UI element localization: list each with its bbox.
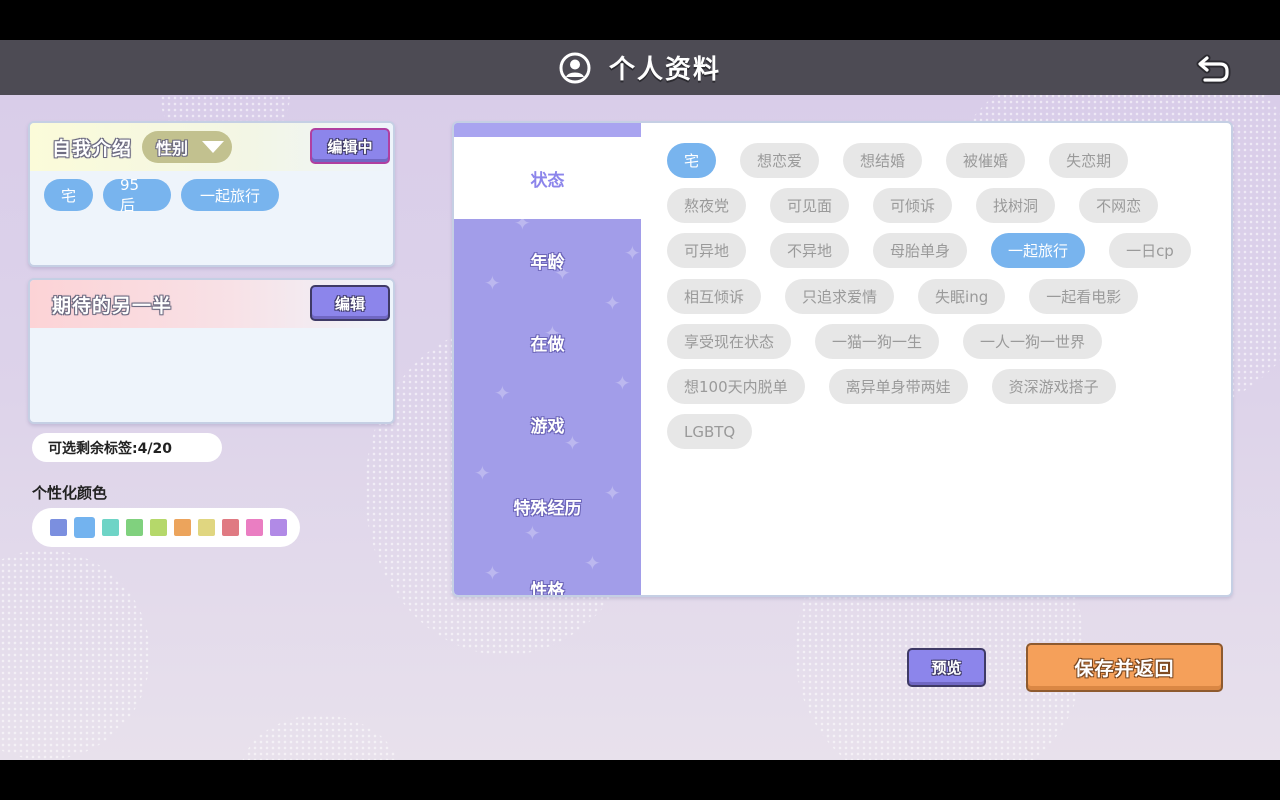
color-swatch[interactable]: [150, 519, 167, 536]
tag-row: 想100天内脱单 离异单身带两娃 资深游戏搭子: [667, 368, 1217, 404]
color-palette: [32, 508, 300, 547]
tag-chip[interactable]: 想结婚: [843, 143, 923, 178]
return-arrow-icon[interactable]: [1196, 50, 1232, 86]
tag-chip[interactable]: 资深游戏搭子: [991, 368, 1116, 404]
color-swatch[interactable]: [126, 519, 143, 536]
tag-chip[interactable]: 不网恋: [1079, 188, 1159, 224]
tag-chip[interactable]: 母胎单身: [873, 233, 968, 269]
category-tab[interactable]: 特殊经历: [454, 465, 641, 547]
selected-tag-list: 宅 95后 一起旅行: [44, 176, 279, 214]
category-tab[interactable]: 性格: [454, 547, 641, 596]
tag-grid: 宅想恋爱 想结婚 被催婚 失恋期 熬夜党 可见面 可倾诉 找树洞 不网恋 可异地 不异地 母胎单身 一起…: [667, 143, 1217, 459]
tag-chip-selected[interactable]: 一起旅行: [991, 233, 1086, 269]
tag-selection-panel: ✦✦✦✦✦✦✦✦✦✦✦✦✦✦✦✦状态年龄在做游戏特殊经历性格 宅想恋爱想结婚被催…: [452, 121, 1233, 597]
page-title: 个人资料: [608, 55, 721, 85]
tag-row: 宅想恋爱 想结婚 被催婚 失恋期: [667, 143, 1217, 178]
tag-chip[interactable]: 想恋爱: [740, 143, 820, 178]
tag-chip[interactable]: 失眠ing: [918, 278, 1006, 314]
tag-row: 可异地 不异地 母胎单身 一起旅行 一日cp: [667, 233, 1217, 269]
title-group: 个人资料: [559, 49, 721, 86]
selected-tag[interactable]: 宅: [44, 179, 93, 211]
bg-dot-circle: [240, 715, 400, 760]
tag-chip[interactable]: 享受现在状态: [667, 323, 792, 359]
tag-row: 相互倾诉 只追求爱情 失眠ing 一起看电影: [667, 278, 1217, 314]
color-swatch[interactable]: [102, 519, 119, 536]
gender-dropdown[interactable]: 性别: [142, 131, 233, 163]
tag-chip[interactable]: 一人一狗一世界: [963, 323, 1103, 359]
tag-chip[interactable]: 可倾诉: [873, 188, 953, 224]
category-tab[interactable]: 在做: [454, 301, 641, 383]
self-intro-card: 自我介绍 性别 编辑中 宅 95后 一起旅行: [28, 121, 395, 267]
save-and-return-button[interactable]: 保存并返回: [1026, 643, 1223, 692]
tag-chip[interactable]: 一日cp: [1109, 233, 1191, 269]
color-swatch[interactable]: [222, 519, 239, 536]
partner-card: 期待的另一半 编辑: [28, 278, 395, 424]
content-area: 自我介绍 性别 编辑中 宅 95后 一起旅行 期待的另一半 编辑 可选剩余标签:…: [0, 95, 1280, 760]
color-swatch[interactable]: [198, 519, 215, 536]
title-bar: 个人资料: [0, 40, 1280, 95]
tag-chip[interactable]: 一起看电影: [1029, 278, 1139, 314]
color-swatch[interactable]: [174, 519, 191, 536]
category-tab[interactable]: 状态: [454, 137, 641, 219]
tag-chip[interactable]: 一猫一狗一生: [815, 323, 940, 359]
category-tab[interactable]: 游戏: [454, 383, 641, 465]
color-swatch[interactable]: [74, 517, 95, 538]
tag-chip-selected[interactable]: 宅: [667, 143, 717, 178]
edit-partner-button[interactable]: 编辑: [310, 285, 390, 321]
tag-chip[interactable]: 想100天内脱单: [667, 368, 805, 404]
color-picker-label: 个性化颜色: [32, 484, 108, 502]
bg-dot-circle: [0, 550, 150, 760]
preview-button[interactable]: 预览: [907, 648, 986, 687]
letterbox-bottom: [0, 760, 1280, 800]
tag-chip[interactable]: 可异地: [667, 233, 747, 269]
self-intro-title: 自我介绍: [52, 137, 133, 160]
category-sidebar: ✦✦✦✦✦✦✦✦✦✦✦✦✦✦✦✦状态年龄在做游戏特殊经历性格: [454, 123, 641, 595]
tag-chip[interactable]: 被催婚: [946, 143, 1026, 178]
tag-chip[interactable]: 熬夜党: [667, 188, 747, 224]
selected-tag[interactable]: 95后: [103, 176, 171, 214]
tag-chip[interactable]: 离异单身带两娃: [828, 368, 968, 404]
category-tab[interactable]: 年龄: [454, 219, 641, 301]
tag-chip[interactable]: 失恋期: [1049, 143, 1129, 178]
editing-button[interactable]: 编辑中: [310, 128, 390, 164]
tag-chip[interactable]: LGBTQ: [667, 414, 753, 450]
chevron-down-icon: [202, 141, 225, 153]
color-swatch[interactable]: [270, 519, 287, 536]
tag-row: 享受现在状态 一猫一狗一生 一人一狗一世界: [667, 323, 1217, 359]
category-sidebar-top: [454, 123, 641, 137]
tag-chip[interactable]: 找树洞: [976, 188, 1056, 224]
tag-chip[interactable]: 不异地: [770, 233, 850, 269]
color-swatch[interactable]: [50, 519, 67, 536]
tag-row: LGBTQ: [667, 414, 1217, 450]
tag-chip[interactable]: 相互倾诉: [667, 278, 762, 314]
gender-dropdown-label: 性别: [156, 139, 189, 158]
color-swatch[interactable]: [246, 519, 263, 536]
partner-title: 期待的另一半: [52, 294, 173, 317]
user-circle-icon: [559, 52, 591, 83]
letterbox-top: [0, 0, 1280, 40]
selected-tag[interactable]: 一起旅行: [181, 179, 279, 211]
remaining-tags-counter: 可选剩余标签:4/20: [32, 433, 222, 462]
tag-chip[interactable]: 可见面: [770, 188, 850, 224]
tag-row: 熬夜党 可见面 可倾诉 找树洞 不网恋: [667, 188, 1217, 224]
tag-chip[interactable]: 只追求爱情: [785, 278, 895, 314]
